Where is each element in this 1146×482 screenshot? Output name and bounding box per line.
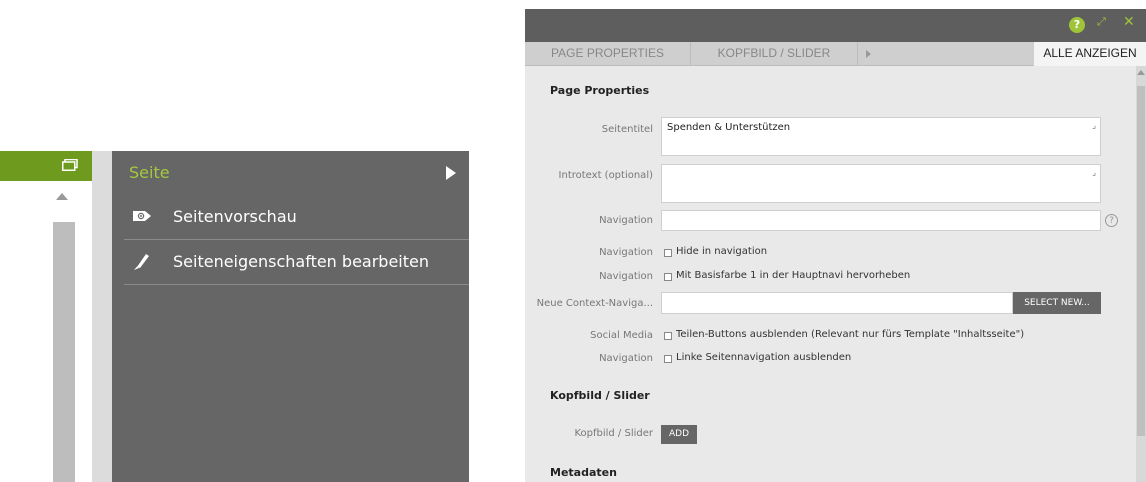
preview-tag-icon — [133, 211, 151, 221]
field-label: Introtext (optional) — [558, 170, 653, 181]
menu-item-seiteneigenschaften[interactable]: Seiteneigenschaften bearbeiten — [124, 240, 469, 284]
tab-kopfbild-slider[interactable]: KOPFBILD / SLIDER — [691, 42, 858, 65]
introtext-field[interactable]: ⌟ — [661, 164, 1101, 203]
dialog-scroll-thumb[interactable] — [1137, 86, 1145, 436]
social-buttons-checkbox[interactable] — [664, 332, 672, 340]
context-navigation-field[interactable] — [661, 292, 1013, 314]
menu-item-seitenvorschau[interactable]: Seitenvorschau — [124, 195, 469, 239]
menu-item-label: Seitenvorschau — [173, 207, 297, 226]
resize-handle-icon[interactable]: ⌟ — [1092, 168, 1096, 177]
tab-alle-anzeigen[interactable]: ALLE ANZEIGEN — [1034, 42, 1146, 66]
field-label: Kopfbild / Slider — [574, 428, 653, 439]
field-label: Navigation — [599, 215, 653, 226]
highlight-checkbox[interactable] — [664, 273, 672, 281]
page-properties-dialog — [525, 9, 1146, 482]
field-label: Seitentitel — [601, 124, 653, 135]
tab-scroll-right-icon[interactable] — [858, 42, 878, 65]
select-new-button[interactable]: SELECT NEW... — [1013, 292, 1101, 314]
navigation-field[interactable] — [661, 210, 1101, 231]
field-label: Navigation — [599, 353, 653, 364]
scroll-up-icon[interactable] — [1137, 70, 1145, 75]
checkbox-label: Teilen-Buttons ausblenden (Relevant nur … — [676, 329, 1025, 340]
window-icon — [62, 159, 78, 171]
section-title-page-properties: Page Properties — [550, 84, 650, 97]
checkbox-label: Hide in navigation — [676, 246, 768, 257]
section-title-kopfbild: Kopfbild / Slider — [550, 389, 650, 402]
maximize-icon[interactable]: ⤢ — [1097, 15, 1106, 29]
hide-in-navigation-checkbox[interactable] — [664, 249, 672, 257]
menu-title: Seite — [129, 163, 170, 182]
tab-page-properties[interactable]: PAGE PROPERTIES — [525, 42, 691, 65]
dialog-tabbar: PAGE PROPERTIES KOPFBILD / SLIDER ALLE A… — [525, 42, 1146, 66]
field-label: Social Media — [590, 330, 653, 341]
add-button[interactable]: ADD — [661, 425, 697, 444]
sidebar-scroll-thumb[interactable] — [53, 222, 75, 482]
pencil-icon — [134, 254, 149, 270]
field-label: Neue Context-Naviga... — [536, 298, 653, 309]
seitentitel-value: Spenden & Unterstützen — [667, 122, 791, 133]
menu-item-label: Seiteneigenschaften bearbeiten — [173, 252, 429, 271]
page-menu-button[interactable] — [0, 151, 92, 181]
help-icon[interactable]: ? — [1105, 214, 1118, 227]
scroll-up-icon[interactable] — [56, 193, 68, 200]
left-navigation-checkbox[interactable] — [664, 355, 672, 363]
seitentitel-field[interactable]: Spenden & Unterstützen ⌟ — [661, 117, 1101, 156]
menu-divider — [124, 284, 469, 285]
field-label: Navigation — [599, 271, 653, 282]
close-icon[interactable]: ✕ — [1123, 14, 1135, 30]
field-label: Navigation — [599, 247, 653, 258]
sidebar-column — [92, 151, 112, 482]
section-title-metadaten: Metadaten — [550, 466, 617, 479]
checkbox-label: Mit Basisfarbe 1 in der Hauptnavi hervor… — [676, 270, 911, 281]
dialog-header[interactable] — [525, 9, 1146, 42]
checkbox-label: Linke Seitennavigation ausblenden — [676, 352, 852, 363]
resize-handle-icon[interactable]: ⌟ — [1092, 121, 1096, 130]
help-icon[interactable]: ? — [1069, 17, 1085, 33]
